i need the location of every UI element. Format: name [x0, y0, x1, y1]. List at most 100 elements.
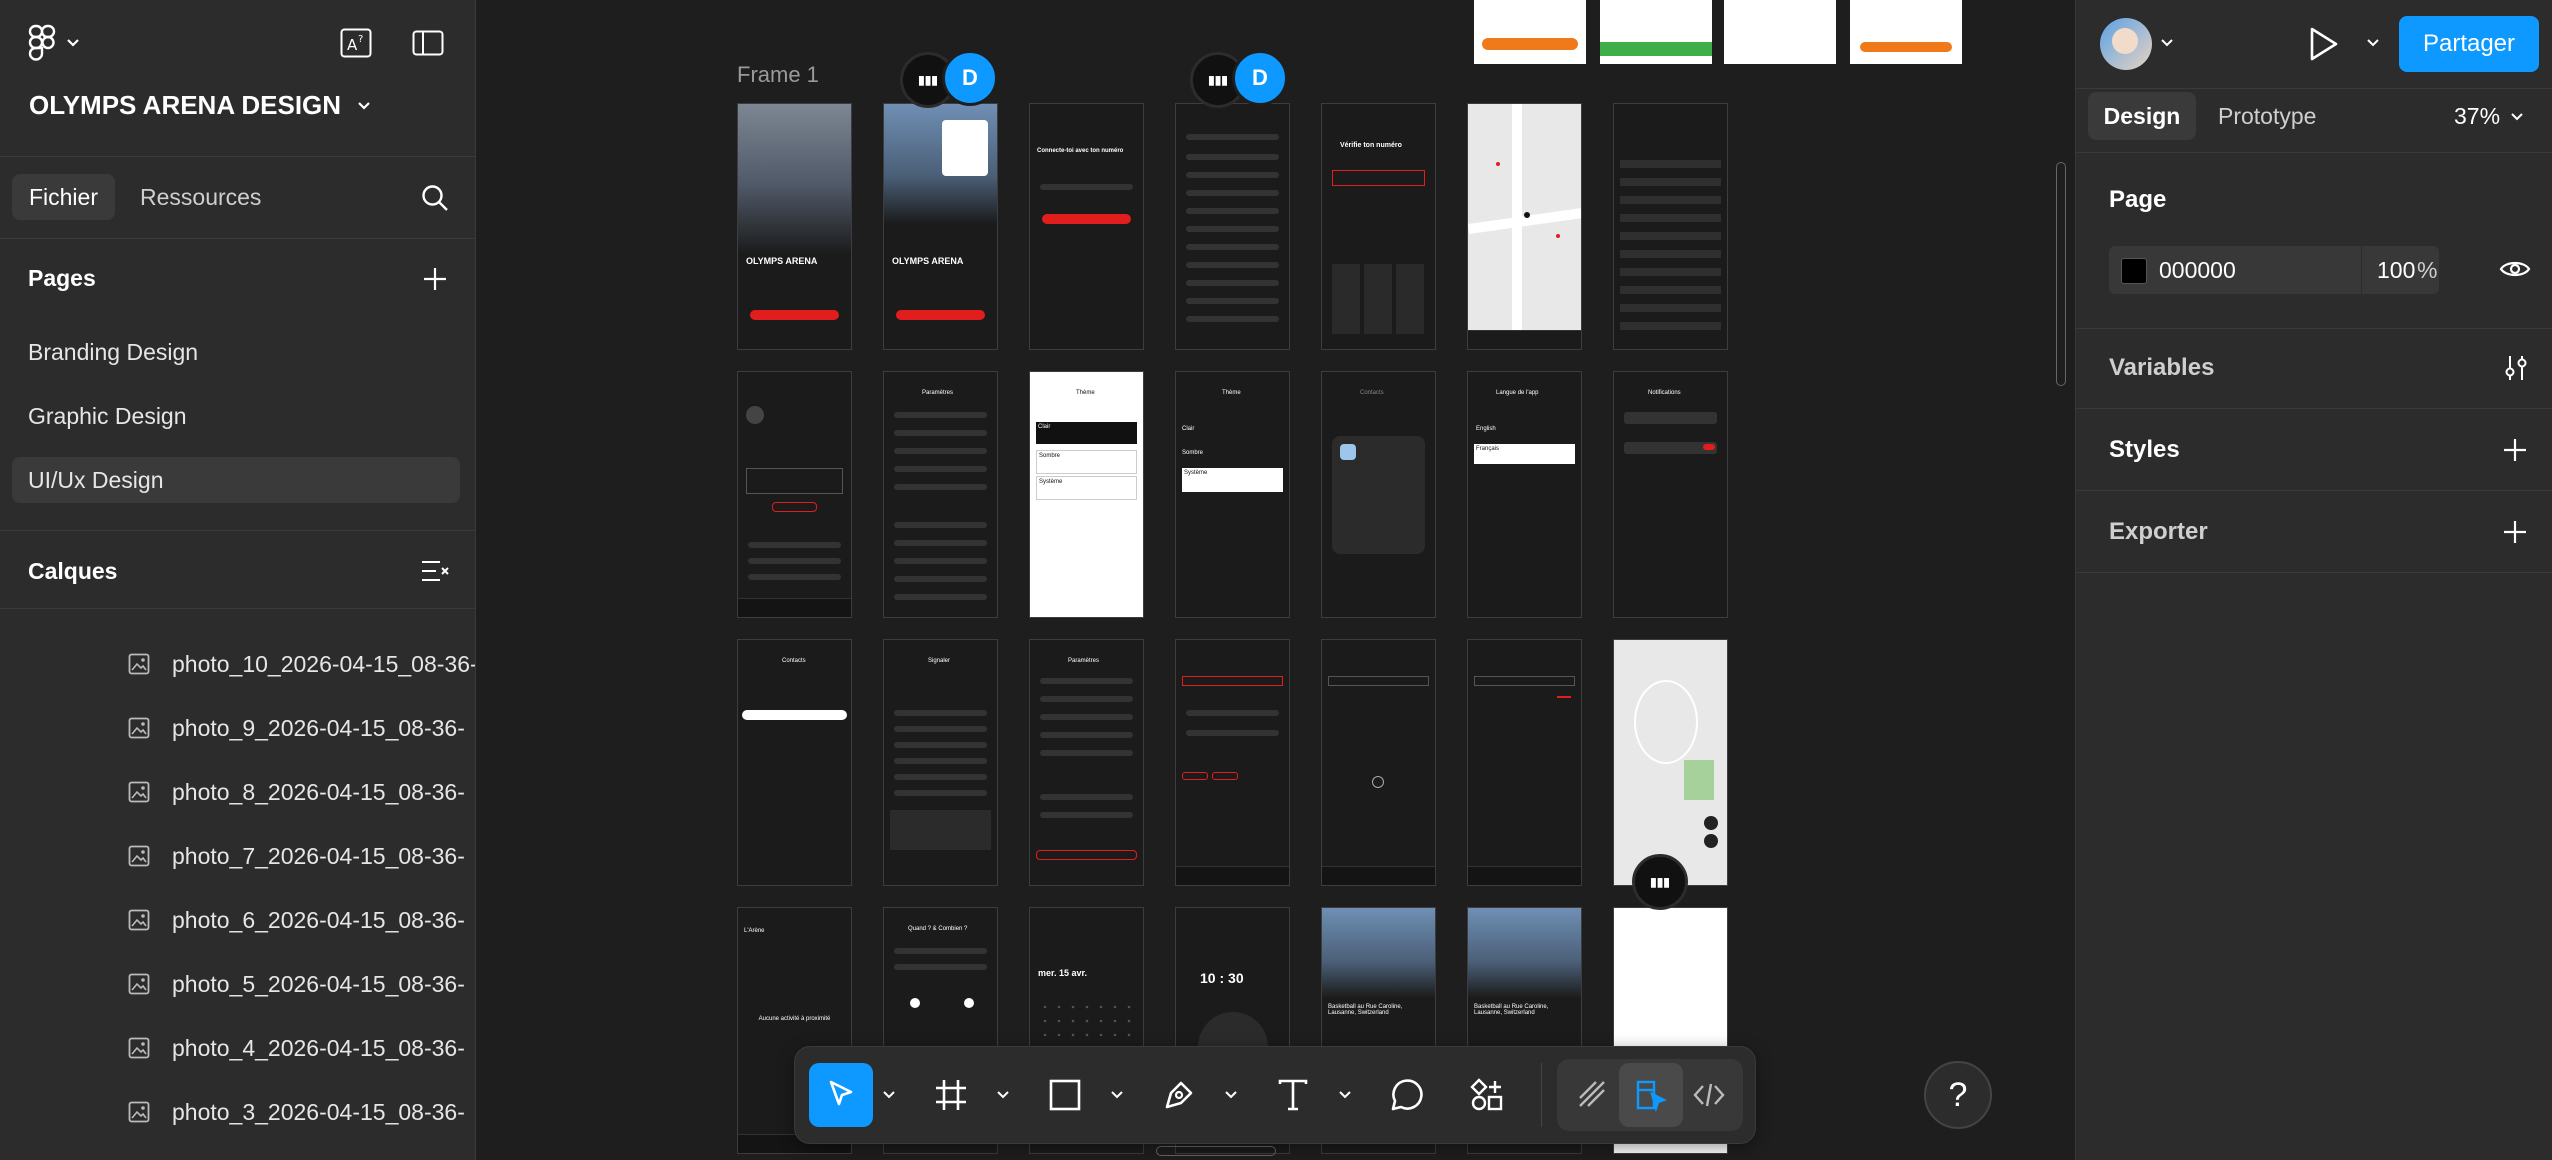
frame-tool-menu[interactable] — [993, 1085, 1013, 1105]
screen-report[interactable]: Signaler — [883, 639, 998, 886]
chevron-down-icon[interactable] — [2366, 38, 2380, 48]
ai-text-icon[interactable]: A? — [340, 28, 372, 58]
bottom-toolbar — [794, 1046, 1756, 1144]
pen-tool-button[interactable] — [1147, 1063, 1211, 1127]
search-icon[interactable] — [420, 183, 450, 213]
tab-prototype[interactable]: Prototype — [2202, 92, 2332, 140]
add-page-icon[interactable] — [422, 266, 448, 292]
screen-text: Sombre — [1182, 450, 1204, 456]
image-layer-icon — [128, 781, 150, 803]
screen-onboarding-1[interactable]: OLYMPS ARENA — [737, 103, 852, 350]
tab-design[interactable]: Design — [2088, 92, 2196, 140]
move-tool-button[interactable] — [809, 1063, 873, 1127]
tab-ressources[interactable]: Ressources — [124, 174, 277, 220]
shape-tool-button[interactable] — [1033, 1063, 1097, 1127]
screen-verify[interactable]: Vérifie ton numéro — [1321, 103, 1436, 350]
comment-tool-button[interactable] — [1375, 1063, 1439, 1127]
tab-label: Fichier — [28, 183, 98, 210]
page-item-uiux-design[interactable]: UI/Ux Design — [12, 457, 460, 503]
layer-item[interactable]: photo_7_2026-04-15_08-36- — [0, 836, 475, 876]
layer-item[interactable]: photo_8_2026-04-15_08-36- — [0, 772, 475, 812]
screen-country-list[interactable] — [1175, 103, 1290, 350]
color-swatch[interactable] — [2121, 258, 2147, 284]
canvas[interactable]: Frame 1 OLYMPS ARENA OLYMPS ARENA Connec… — [476, 0, 2075, 1160]
file-title-button[interactable]: OLYMPS ARENA DESIGN — [29, 90, 371, 121]
divider — [2076, 490, 2552, 491]
screen-map[interactable] — [1467, 103, 1582, 350]
variables-settings-icon[interactable] — [2502, 354, 2530, 382]
page-item-graphic-design[interactable]: Graphic Design — [12, 393, 460, 439]
screen-map-2[interactable] — [1613, 639, 1728, 886]
tab-fichier[interactable]: Fichier — [12, 174, 115, 220]
screen-text: Aucune activité à proximité — [758, 1016, 831, 1022]
screen-text: Contacts — [1360, 390, 1384, 396]
zoom-dropdown[interactable]: 37% — [2454, 103, 2524, 130]
layer-item[interactable]: photo_3_2026-04-15_08-36- — [0, 1092, 475, 1132]
page-item-branding-design[interactable]: Branding Design — [12, 329, 460, 375]
screen-connect[interactable]: Connecte-toi avec ton numéro — [1029, 103, 1144, 350]
olymps-logo-icon: ▮▮▮ — [918, 73, 938, 87]
screen-theme-light[interactable]: Thème Clair Sombre Système — [1029, 371, 1144, 618]
move-tool-menu[interactable] — [879, 1085, 899, 1105]
present-play-icon[interactable] — [2308, 26, 2340, 62]
shape-tool-menu[interactable] — [1107, 1085, 1127, 1105]
dev-mode-button[interactable] — [1677, 1063, 1741, 1127]
screen-settings-2[interactable]: Paramètres — [1029, 639, 1144, 886]
text-tool-button[interactable] — [1261, 1063, 1325, 1127]
divider — [0, 238, 475, 239]
page-opacity[interactable]: 100 — [2377, 257, 2415, 284]
right-panel: Partager Design Prototype 37% Page 00000… — [2075, 0, 2552, 1160]
frame-partial — [1724, 0, 1836, 64]
frame-icon — [933, 1077, 969, 1113]
share-button[interactable]: Partager — [2399, 16, 2539, 72]
screen-theme-dark[interactable]: Thème Clair Sombre Système — [1175, 371, 1290, 618]
layer-item[interactable]: photo_5_2026-04-15_08-36- — [0, 964, 475, 1004]
user-avatar[interactable] — [2100, 18, 2152, 70]
page-color-hex[interactable]: 000000 — [2159, 257, 2236, 284]
add-style-icon[interactable] — [2502, 437, 2528, 463]
chevron-down-icon[interactable] — [2160, 38, 2174, 48]
collaborator-avatar[interactable]: ▮▮▮ — [1632, 854, 1688, 910]
screen-profile-2[interactable] — [1175, 639, 1290, 886]
page-item-label: Graphic Design — [28, 402, 187, 429]
screen-language[interactable]: Langue de l'app English Français — [1467, 371, 1582, 618]
horizontal-scrollbar[interactable] — [1156, 1146, 1276, 1156]
help-button[interactable]: ? — [1924, 1061, 1992, 1129]
chevron-down-icon — [883, 1091, 895, 1099]
zoom-value: 37% — [2454, 103, 2501, 129]
screen-text: Contacts — [782, 658, 806, 664]
chevron-down-icon — [66, 38, 80, 48]
screen-profile[interactable] — [737, 371, 852, 618]
vertical-scrollbar[interactable] — [2056, 162, 2066, 386]
layer-item[interactable]: photo_4_2026-04-15_08-36- — [0, 1028, 475, 1068]
screen-onboarding-2[interactable]: OLYMPS ARENA — [883, 103, 998, 350]
main-menu-button[interactable] — [28, 24, 80, 62]
layer-item-label: photo_6_2026-04-15_08-36- — [172, 906, 465, 933]
screen-profile-3[interactable] — [1467, 639, 1582, 886]
screen-find-friends[interactable]: Contacts — [737, 639, 852, 886]
file-title: OLYMPS ARENA DESIGN — [29, 90, 342, 120]
screen-text: Système — [1036, 476, 1137, 500]
actions-button[interactable] — [1455, 1063, 1519, 1127]
collaborator-avatar[interactable]: D — [942, 50, 998, 106]
screen-loading[interactable] — [1321, 639, 1436, 886]
frame-tool-button[interactable] — [919, 1063, 983, 1127]
text-tool-menu[interactable] — [1335, 1085, 1355, 1105]
sidebar-toggle-icon[interactable] — [412, 30, 444, 56]
design-mode-button[interactable] — [1619, 1063, 1683, 1127]
layer-item[interactable]: photo_10_2026-04-15_08-36- — [0, 644, 475, 684]
collaborator-avatar[interactable]: D — [1232, 50, 1288, 106]
screen-settings[interactable]: Paramètres — [883, 371, 998, 618]
screen-notifications[interactable]: Notifications — [1613, 371, 1728, 618]
collapse-layers-icon[interactable] — [420, 558, 450, 584]
add-export-icon[interactable] — [2502, 519, 2528, 545]
layer-item[interactable]: photo_9_2026-04-15_08-36- — [0, 708, 475, 748]
pen-tool-menu[interactable] — [1221, 1085, 1241, 1105]
eye-icon[interactable] — [2499, 256, 2531, 282]
layer-item[interactable]: photo_6_2026-04-15_08-36- — [0, 900, 475, 940]
page-fill-field[interactable]: 000000 100 % — [2109, 246, 2439, 294]
layer-item-label: photo_3_2026-04-15_08-36- — [172, 1098, 465, 1125]
screen-contacts-permission[interactable]: Contacts — [1321, 371, 1436, 618]
screen-favorite-sports[interactable] — [1613, 103, 1728, 350]
draw-mode-button[interactable] — [1561, 1063, 1625, 1127]
